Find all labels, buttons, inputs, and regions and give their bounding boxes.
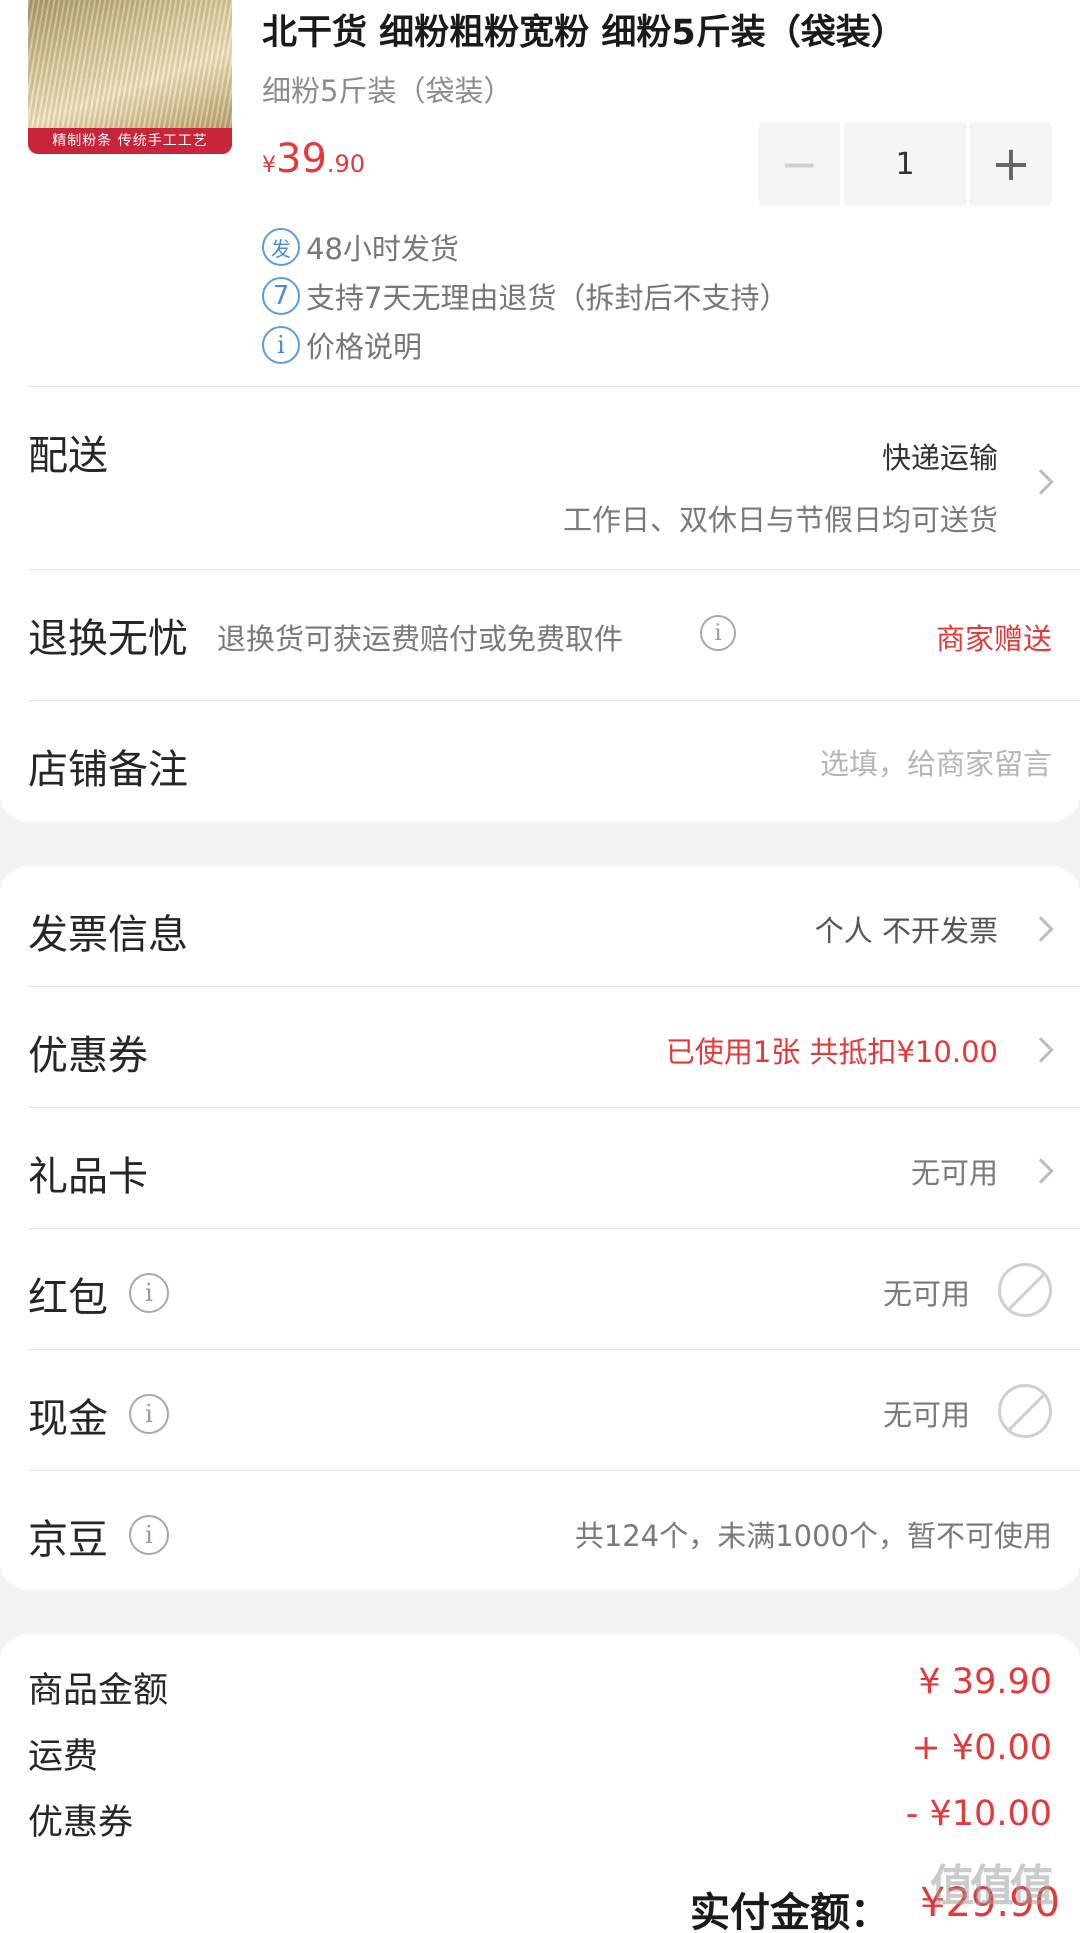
delivery-row[interactable]: 配送 快递运输 工作日、双休日与节假日均可送货: [0, 387, 1080, 569]
product-title[interactable]: 北干货 细粉粗粉宽粉 细粉5斤装（袋装）: [262, 4, 1062, 55]
info-icon[interactable]: i: [129, 1273, 169, 1313]
returns-label: 退换无忧: [28, 616, 188, 662]
giftcard-row[interactable]: 礼品卡 无可用: [0, 1108, 1080, 1228]
service-shipping: 发 48小时发货: [262, 226, 459, 268]
cash-value: 无可用: [882, 1398, 970, 1432]
info-icon[interactable]: i: [700, 615, 736, 651]
price-summary-card: 商品金额 ¥ 39.90 运费 + ¥0.00 优惠券 - ¥10.00: [0, 1634, 1080, 1933]
coupon-discount-value: - ¥10.00: [905, 1794, 1052, 1834]
invoice-row[interactable]: 发票信息 个人 不开发票: [0, 866, 1080, 986]
freight-value: + ¥0.00: [911, 1728, 1052, 1768]
giftcard-value: 无可用: [910, 1156, 998, 1190]
service-return: 7 支持7天无理由退货（拆封后不支持）: [262, 275, 788, 317]
seven-day-return-icon: 7: [262, 277, 300, 315]
unavailable-icon: [998, 1384, 1052, 1438]
payment-options-card: 发票信息 个人 不开发票 优惠券 已使用1张 共抵扣¥10.00 礼品卡 无可用…: [0, 866, 1080, 1590]
invoice-label: 发票信息: [28, 912, 188, 958]
cash-row: 现金 i 无可用: [0, 1350, 1080, 1470]
service-shipping-text: 48小时发货: [306, 232, 459, 266]
delivery-label: 配送: [28, 433, 108, 479]
invoice-value: 个人 不开发票: [814, 914, 998, 948]
chevron-right-icon: [1028, 1158, 1054, 1184]
redpacket-row: 红包 i 无可用: [0, 1229, 1080, 1349]
returns-row: 退换无忧 退换货可获运费赔付或免费取件 i 商家赠送: [0, 570, 1080, 700]
increase-button[interactable]: +: [970, 122, 1052, 206]
giftcard-label: 礼品卡: [28, 1154, 148, 1200]
remark-input[interactable]: 选填，给商家留言: [820, 741, 1052, 783]
info-icon[interactable]: i: [129, 1394, 169, 1434]
redpacket-value: 无可用: [882, 1277, 970, 1311]
jingdou-row: 京豆 i 共124个，未满1000个，暂不可使用: [0, 1471, 1080, 1590]
service-return-text: 支持7天无理由退货（拆封后不支持）: [306, 281, 789, 315]
freight-label: 运费: [28, 1737, 99, 1777]
unavailable-icon: [998, 1263, 1052, 1317]
product-spec: 细粉5斤装（袋装）: [262, 74, 513, 108]
chevron-right-icon: [1028, 469, 1054, 495]
service-price-note[interactable]: i 价格说明: [262, 324, 422, 366]
thumb-caption: 精制粉条 传统手工工艺: [28, 128, 232, 154]
delivery-note: 工作日、双休日与节假日均可送货: [562, 503, 998, 537]
info-icon: i: [262, 326, 300, 364]
total-label: 实付金额：: [690, 1890, 890, 1933]
goods-amount-value: ¥ 39.90: [918, 1662, 1052, 1702]
order-product-card: 精制粉条 传统手工工艺 北干货 细粉粗粉宽粉 细粉5斤装（袋装） 细粉5斤装（袋…: [0, 0, 1080, 822]
chevron-right-icon: [1028, 1037, 1054, 1063]
delivery-method: 快递运输: [881, 441, 998, 475]
price-currency: ¥: [262, 153, 276, 178]
coupon-discount-label: 优惠券: [28, 1803, 134, 1843]
remark-row[interactable]: 店铺备注 选填，给商家留言: [0, 701, 1080, 822]
jingdou-label: 京豆: [28, 1517, 108, 1563]
remark-label: 店铺备注: [28, 747, 188, 793]
shipping-badge-icon: 发: [262, 228, 300, 266]
price-integer: 39: [276, 136, 327, 182]
coupon-label: 优惠券: [28, 1033, 148, 1079]
returns-status: 商家赠送: [935, 622, 1052, 656]
chevron-right-icon: [1028, 916, 1054, 942]
watermark-logo: 值值值: [930, 1861, 1054, 1912]
service-price-note-text: 价格说明: [306, 330, 423, 364]
coupon-row[interactable]: 优惠券 已使用1张 共抵扣¥10.00: [0, 987, 1080, 1107]
coupon-value: 已使用1张 共抵扣¥10.00: [665, 1035, 998, 1069]
info-icon[interactable]: i: [129, 1515, 169, 1555]
quantity-input[interactable]: 1: [844, 122, 966, 206]
product-price: ¥39.90: [262, 136, 365, 182]
quantity-stepper: − 1 +: [758, 122, 1054, 206]
returns-desc: 退换货可获运费赔付或免费取件: [217, 622, 624, 656]
cash-label: 现金: [28, 1396, 108, 1442]
redpacket-label: 红包: [28, 1275, 108, 1321]
jingdou-value: 共124个，未满1000个，暂不可使用: [574, 1519, 1052, 1553]
goods-amount-label: 商品金额: [28, 1671, 169, 1711]
decrease-button[interactable]: −: [758, 122, 840, 206]
product-thumbnail[interactable]: 精制粉条 传统手工工艺: [28, 0, 232, 154]
price-decimal: .90: [326, 150, 366, 178]
